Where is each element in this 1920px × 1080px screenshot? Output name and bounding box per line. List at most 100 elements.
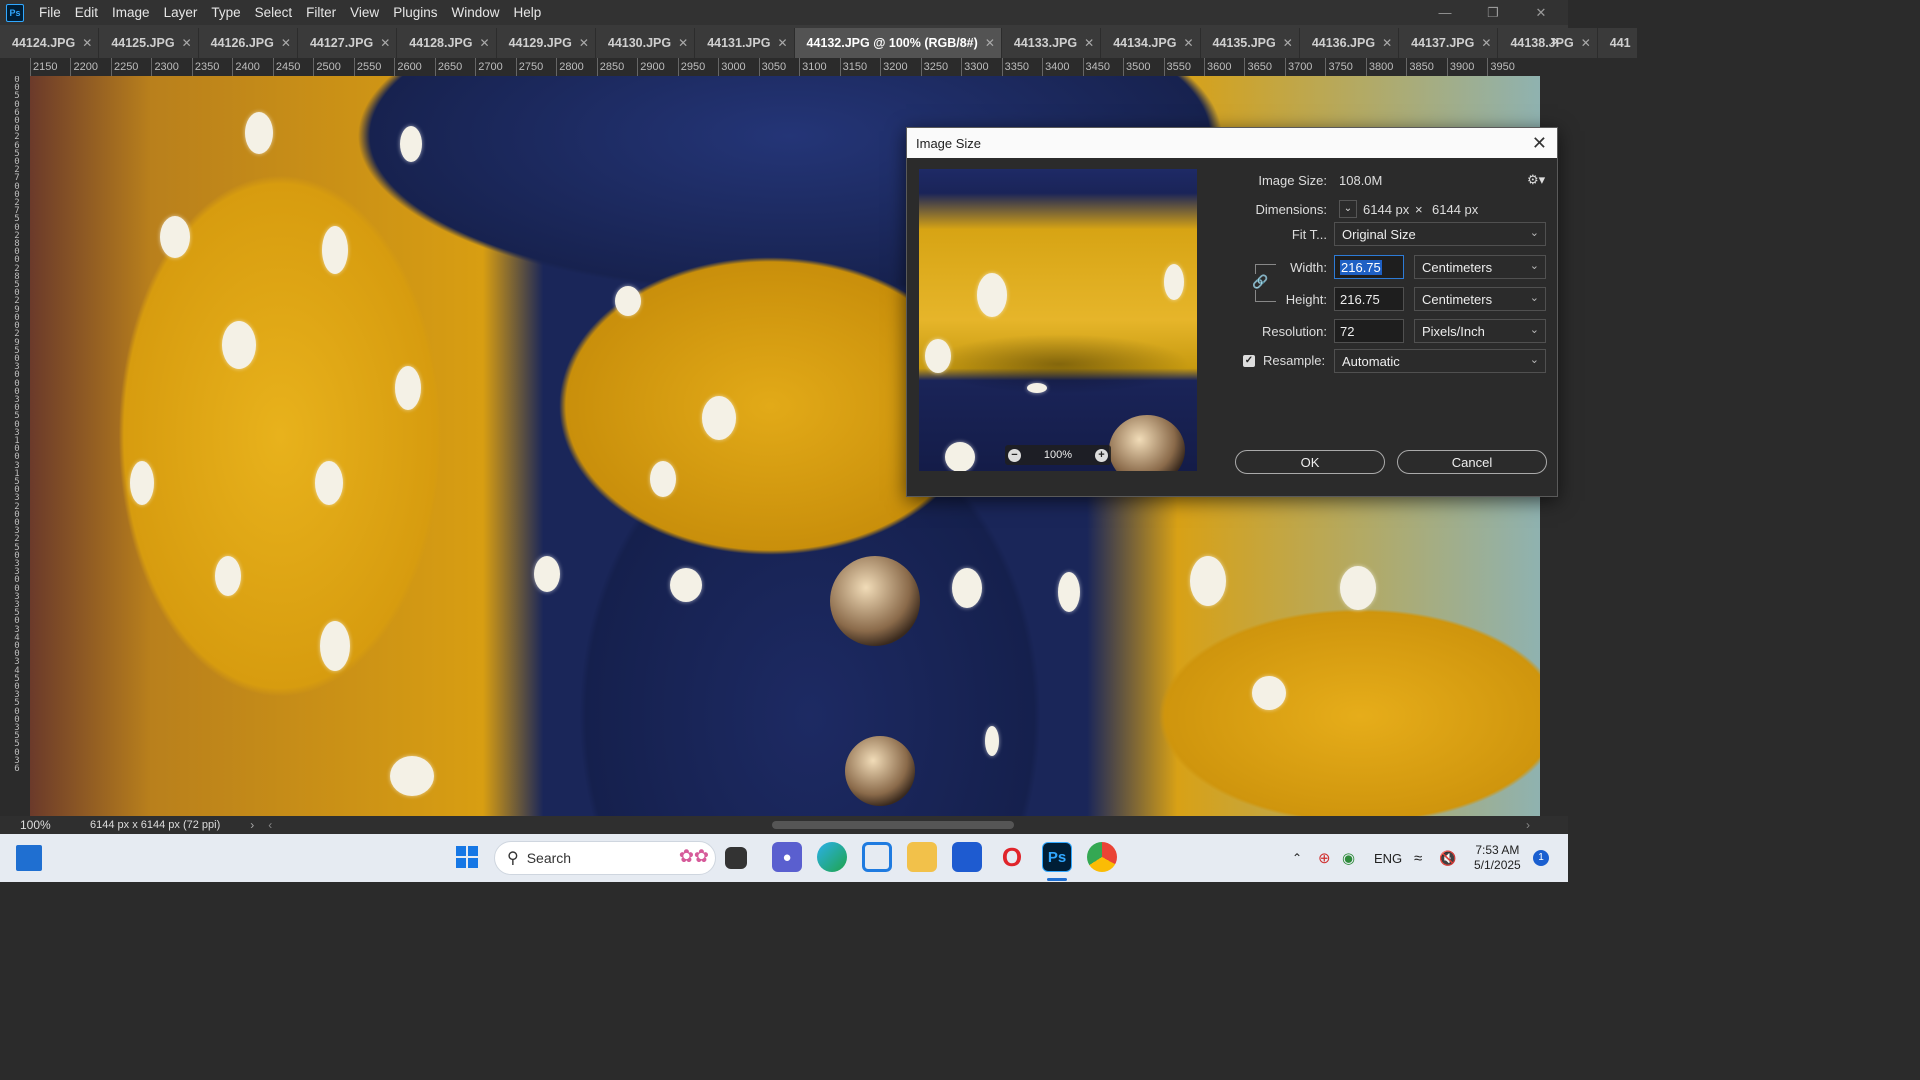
restore-icon[interactable]: ❐ bbox=[1470, 0, 1516, 25]
tab-close-icon[interactable]: ✕ bbox=[1283, 36, 1293, 50]
tab-44124[interactable]: 44124.JPG ✕ bbox=[0, 28, 100, 58]
menu-image[interactable]: Image bbox=[105, 5, 157, 20]
menu-type[interactable]: Type bbox=[204, 5, 247, 20]
document-tabs: 44124.JPG ✕ 44125.JPG ✕ 44126.JPG ✕ 44127.J… bbox=[0, 25, 1637, 58]
tab-close-icon[interactable]: ✕ bbox=[1481, 36, 1491, 50]
network-globe-icon[interactable]: ◉ bbox=[1342, 834, 1355, 882]
tab-close-icon[interactable]: ✕ bbox=[82, 36, 92, 50]
chain-link-icon[interactable]: 🔗 bbox=[1252, 274, 1269, 290]
tab-close-icon[interactable]: ✕ bbox=[182, 36, 192, 50]
tab-44125[interactable]: 44125.JPG ✕ bbox=[99, 28, 199, 58]
fit-to-select[interactable]: Original Size ⌄ bbox=[1334, 222, 1546, 246]
cancel-button[interactable]: Cancel bbox=[1397, 450, 1547, 474]
tab-44135[interactable]: 44135.JPG ✕ bbox=[1200, 28, 1300, 58]
width-input[interactable]: 216.75 bbox=[1334, 255, 1404, 279]
zoom-in-icon[interactable]: + bbox=[1094, 448, 1108, 462]
chrome-icon[interactable] bbox=[1087, 842, 1117, 872]
ruler-tick-label: 2900 bbox=[637, 58, 665, 76]
settings-gear-icon[interactable]: ⚙▾ bbox=[1527, 172, 1545, 188]
photoshop-taskbar-icon[interactable]: Ps bbox=[1042, 842, 1072, 872]
width-unit-select[interactable]: Centimeters ⌄ bbox=[1414, 255, 1546, 279]
ruler-tick-label: 2700 bbox=[475, 58, 503, 76]
edge-icon[interactable] bbox=[817, 842, 847, 872]
tab-44136[interactable]: 44136.JPG ✕ bbox=[1299, 28, 1400, 58]
menu-edit[interactable]: Edit bbox=[68, 5, 105, 20]
tab-44126[interactable]: 44126.JPG ✕ bbox=[198, 28, 298, 58]
menu-select[interactable]: Select bbox=[248, 5, 300, 20]
tab-close-icon[interactable]: ✕ bbox=[985, 36, 995, 50]
minimize-icon[interactable]: — bbox=[1422, 0, 1468, 25]
file-explorer-icon[interactable] bbox=[907, 842, 937, 872]
window-close-icon[interactable]: ✕ bbox=[1518, 0, 1564, 25]
zoom-out-icon[interactable]: − bbox=[1008, 448, 1021, 462]
resolution-unit-select[interactable]: Pixels/Inch ⌄ bbox=[1414, 319, 1546, 343]
widgets-icon[interactable] bbox=[16, 845, 42, 871]
menu-file[interactable]: File bbox=[32, 5, 68, 20]
windows-start-icon[interactable] bbox=[452, 842, 482, 872]
resample-select[interactable]: Automatic ⌄ bbox=[1334, 349, 1546, 373]
menu-plugins[interactable]: Plugins bbox=[386, 5, 444, 20]
tab-44130[interactable]: 44130.JPG ✕ bbox=[595, 28, 696, 58]
ruler-tick-label: 2850 bbox=[596, 58, 624, 76]
scroll-left-icon[interactable]: ‹ bbox=[268, 818, 272, 832]
snipping-tool-icon[interactable] bbox=[862, 842, 892, 872]
document-info[interactable]: 6144 px x 6144 px (72 ppi) bbox=[90, 819, 220, 831]
dialog-close-icon[interactable]: ✕ bbox=[1532, 133, 1547, 154]
menu-layer[interactable]: Layer bbox=[157, 5, 205, 20]
taskbar-search[interactable]: ⚲ Search ✿✿ bbox=[494, 841, 716, 875]
status-expand-chevron-icon[interactable]: › bbox=[250, 818, 254, 832]
resolution-input[interactable]: 72 bbox=[1334, 319, 1404, 343]
tab-close-icon[interactable]: ✕ bbox=[480, 36, 490, 50]
wifi-icon[interactable]: ≈ bbox=[1414, 834, 1422, 882]
dialog-titlebar[interactable]: Image Size bbox=[907, 128, 1557, 158]
tab-close-icon[interactable]: ✕ bbox=[1183, 36, 1193, 50]
image-size-value: 108.0M bbox=[1339, 173, 1383, 188]
height-unit-select[interactable]: Centimeters ⌄ bbox=[1414, 287, 1546, 311]
tab-44134[interactable]: 44134.JPG ✕ bbox=[1101, 28, 1201, 58]
tabs-overflow-chevron-icon[interactable]: » bbox=[1550, 32, 1558, 48]
ok-button[interactable]: OK bbox=[1235, 450, 1385, 474]
tray-overflow-chevron-icon[interactable]: ⌃ bbox=[1292, 834, 1302, 882]
tab-close-icon[interactable]: ✕ bbox=[678, 36, 688, 50]
yellow-fabric-dot bbox=[702, 396, 736, 440]
menu-filter[interactable]: Filter bbox=[299, 5, 343, 20]
notification-badge[interactable]: 1 bbox=[1533, 850, 1549, 866]
opera-icon[interactable]: O bbox=[997, 842, 1027, 872]
language-indicator[interactable]: ENG bbox=[1374, 834, 1402, 882]
tab-44137[interactable]: 44137.JPG ✕ bbox=[1399, 28, 1499, 58]
menu-view[interactable]: View bbox=[343, 5, 386, 20]
teams-icon[interactable]: ● bbox=[772, 842, 802, 872]
tab-close-icon[interactable]: ✕ bbox=[777, 36, 787, 50]
tab-close-icon[interactable]: ✕ bbox=[579, 36, 589, 50]
dimensions-unit-chevron-icon[interactable]: ⌄ bbox=[1339, 200, 1357, 218]
task-view-icon[interactable] bbox=[725, 847, 747, 869]
tab-44132-active[interactable]: 44132.JPG @ 100% (RGB/8#) ✕ bbox=[794, 28, 1002, 58]
tab-label: 44137.JPG bbox=[1411, 36, 1475, 50]
clock[interactable]: 7:53 AM 5/1/2025 bbox=[1474, 834, 1521, 882]
image-preview[interactable]: − 100% + bbox=[919, 169, 1197, 471]
tab-close-icon[interactable]: ✕ bbox=[1382, 36, 1392, 50]
tab-44129[interactable]: 44129.JPG ✕ bbox=[496, 28, 596, 58]
resample-checkbox[interactable]: ✓ bbox=[1243, 355, 1255, 367]
tab-44138[interactable]: 44138.JPG ✕ bbox=[1498, 28, 1598, 58]
vpn-icon[interactable]: ⊕ bbox=[1318, 834, 1331, 882]
menu-help[interactable]: Help bbox=[506, 5, 548, 20]
tab-441-partial[interactable]: 441 bbox=[1597, 28, 1637, 58]
scroll-right-icon[interactable]: › bbox=[1526, 818, 1530, 832]
tab-44133[interactable]: 44133.JPG ✕ bbox=[1001, 28, 1102, 58]
horizontal-scrollbar-thumb[interactable] bbox=[772, 821, 1014, 829]
tab-close-icon[interactable]: ✕ bbox=[1084, 36, 1094, 50]
resample-value: Automatic bbox=[1342, 353, 1400, 369]
tab-44128[interactable]: 44128.JPG ✕ bbox=[397, 28, 497, 58]
speaker-muted-icon[interactable]: 🔇 bbox=[1439, 834, 1456, 882]
tab-44131[interactable]: 44131.JPG ✕ bbox=[695, 28, 795, 58]
ruler-tick-label: 2450 bbox=[272, 58, 300, 76]
tab-close-icon[interactable]: ✕ bbox=[380, 36, 390, 50]
height-input[interactable]: 216.75 bbox=[1334, 287, 1404, 311]
tab-44127[interactable]: 44127.JPG ✕ bbox=[297, 28, 398, 58]
microsoft-store-icon[interactable] bbox=[952, 842, 982, 872]
tab-close-icon[interactable]: ✕ bbox=[281, 36, 291, 50]
menu-window[interactable]: Window bbox=[444, 5, 506, 20]
zoom-level[interactable]: 100% bbox=[20, 818, 90, 832]
tab-close-icon[interactable]: ✕ bbox=[1581, 36, 1591, 50]
